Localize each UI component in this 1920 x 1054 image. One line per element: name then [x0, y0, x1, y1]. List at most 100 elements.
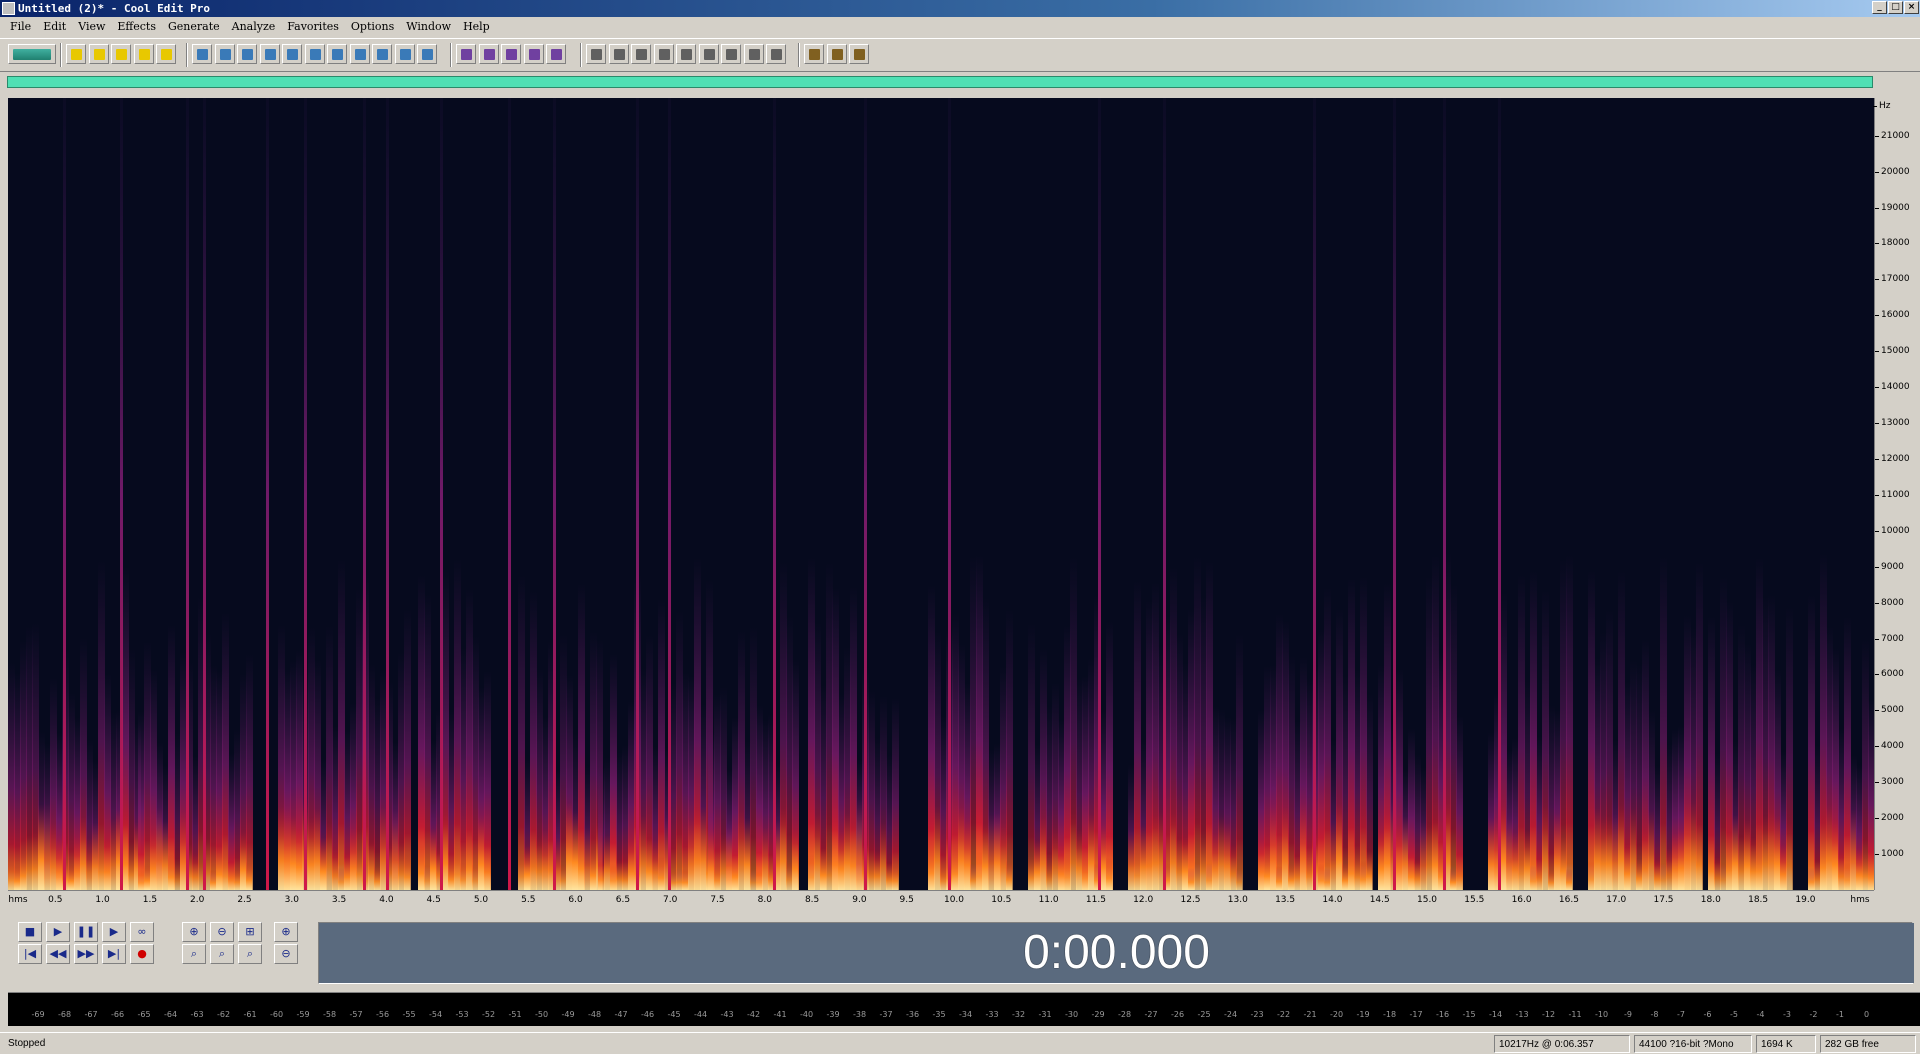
spectrogram[interactable] — [8, 98, 1874, 890]
meter-db-label: -10 — [1594, 1010, 1609, 1019]
copy-new-button[interactable] — [259, 44, 280, 64]
menu-item-options[interactable]: Options — [345, 18, 400, 36]
zoom-full-button[interactable]: ⊞ — [238, 922, 262, 942]
meter-db-label: -53 — [455, 1010, 469, 1019]
freq-tick-label: 3000 — [1875, 777, 1904, 788]
go-start-icon: |◀ — [23, 947, 37, 960]
menu-item-analyze[interactable]: Analyze — [226, 18, 282, 36]
time-tick-label: 16.0 — [1511, 895, 1532, 905]
play-button[interactable] — [653, 44, 674, 64]
meter-db-label: -69 — [31, 1010, 45, 1019]
fast-forward-button[interactable]: ▶▶ — [74, 944, 98, 964]
menu-item-window[interactable]: Window — [400, 18, 457, 36]
settings-button[interactable] — [804, 44, 824, 64]
minimize-button[interactable]: _ — [1872, 1, 1887, 14]
time-tick-label: 1.0 — [95, 895, 110, 905]
meter-db-label: 0 — [1863, 1010, 1870, 1019]
play-button[interactable]: ▶ — [46, 922, 70, 942]
zoom-in-button[interactable]: ⊕ — [182, 922, 206, 942]
copy-new-icon — [264, 49, 276, 60]
close-button[interactable]: × — [1904, 1, 1919, 14]
freq-tick-label: 7000 — [1875, 633, 1904, 644]
multitrack-button[interactable] — [8, 44, 56, 64]
meter-db-label: -54 — [428, 1010, 443, 1019]
paste-new-button[interactable] — [372, 44, 392, 64]
meter-db-label: -20 — [1329, 1010, 1344, 1019]
channels-button[interactable] — [766, 44, 786, 64]
redo-button[interactable] — [214, 44, 235, 64]
menu-item-edit[interactable]: Edit — [37, 18, 72, 36]
close-file-button[interactable] — [156, 44, 176, 64]
meter-db-label: -18 — [1382, 1010, 1397, 1019]
spectral-view-button[interactable] — [478, 44, 499, 64]
meter-db-label: -13 — [1515, 1010, 1529, 1019]
meter-db-label: -40 — [799, 1010, 814, 1019]
snap-button[interactable] — [417, 44, 437, 64]
grid-button[interactable] — [501, 44, 521, 64]
bits-button[interactable] — [721, 44, 741, 64]
menu-item-favorites[interactable]: Favorites — [281, 18, 345, 36]
freq-tick-label: 14000 — [1875, 382, 1910, 393]
record-button[interactable]: ● — [130, 944, 154, 964]
go-end-button[interactable]: ▶| — [102, 944, 126, 964]
cut-button[interactable] — [304, 44, 325, 64]
open-file-button[interactable] — [88, 44, 109, 64]
save-all-button[interactable] — [133, 44, 154, 64]
stop-button[interactable]: ■ — [18, 922, 42, 942]
time-tick-label: 15.5 — [1464, 895, 1485, 905]
zoom-right-button[interactable]: ⌕ — [210, 944, 234, 964]
copy-button[interactable] — [282, 44, 302, 64]
new-file-button[interactable] — [66, 44, 86, 64]
help-button[interactable] — [849, 44, 869, 64]
trim-button[interactable] — [394, 44, 415, 64]
pause-button[interactable]: ❚❚ — [74, 922, 98, 942]
cue-button[interactable] — [586, 44, 606, 64]
rewind-button[interactable]: ◀◀ — [46, 944, 70, 964]
grid3-button[interactable] — [546, 44, 566, 64]
menu-item-effects[interactable]: Effects — [111, 18, 162, 36]
zoom-out-button[interactable]: ⊖ — [210, 922, 234, 942]
freq-tick-label: 13000 — [1875, 418, 1910, 429]
spectral-view[interactable] — [8, 98, 1874, 890]
menu-item-file[interactable]: File — [4, 18, 37, 36]
meters-button[interactable] — [743, 44, 764, 64]
menu-item-help[interactable]: Help — [457, 18, 496, 36]
marker-button[interactable] — [631, 44, 651, 64]
time-tick-label: 6.5 — [615, 895, 631, 905]
tools-button[interactable] — [826, 44, 847, 64]
loop-button[interactable] — [608, 44, 629, 64]
undo-button[interactable] — [192, 44, 212, 64]
mix-paste-button[interactable] — [349, 44, 370, 64]
menu-item-view[interactable]: View — [72, 18, 111, 36]
close-file-icon — [161, 49, 172, 60]
zoom-left-button[interactable]: ⌕ — [182, 944, 206, 964]
cut-icon — [309, 49, 321, 60]
meter-db-label: -62 — [216, 1010, 231, 1019]
paste-button[interactable] — [327, 44, 347, 64]
meter-db-label: -45 — [667, 1010, 681, 1019]
play-to-end-button[interactable]: ▶ — [102, 922, 126, 942]
menu-item-generate[interactable]: Generate — [162, 18, 226, 36]
save-all-icon — [138, 49, 150, 60]
loop-button[interactable]: ∞ — [130, 922, 154, 942]
meter-db-label: -52 — [481, 1010, 496, 1019]
play-icon: ▶ — [53, 925, 63, 938]
toolbar-separator — [60, 43, 62, 67]
meter-db-label: -67 — [84, 1010, 98, 1019]
repeat-button[interactable] — [237, 44, 257, 64]
grid2-button[interactable] — [523, 44, 544, 64]
meter-db-label: -6 — [1703, 1010, 1712, 1019]
go-start-button[interactable]: |◀ — [18, 944, 42, 964]
time-tick-label: 11.5 — [1085, 895, 1106, 905]
overview-bar[interactable] — [7, 76, 1873, 88]
save-button[interactable] — [111, 44, 131, 64]
waveform-view-button[interactable] — [456, 44, 476, 64]
zoom-selection-button[interactable]: ⌕ — [238, 944, 262, 964]
maximize-button[interactable]: □ — [1888, 1, 1903, 14]
zoom-view-button[interactable] — [676, 44, 696, 64]
sample-rate-button[interactable] — [698, 44, 719, 64]
zoom-vertical-in-button[interactable]: ⊕ — [274, 922, 298, 942]
meter-db-label: -58 — [322, 1010, 337, 1019]
meter-db-label: -4 — [1756, 1010, 1765, 1019]
zoom-vertical-out-button[interactable]: ⊖ — [274, 944, 298, 964]
